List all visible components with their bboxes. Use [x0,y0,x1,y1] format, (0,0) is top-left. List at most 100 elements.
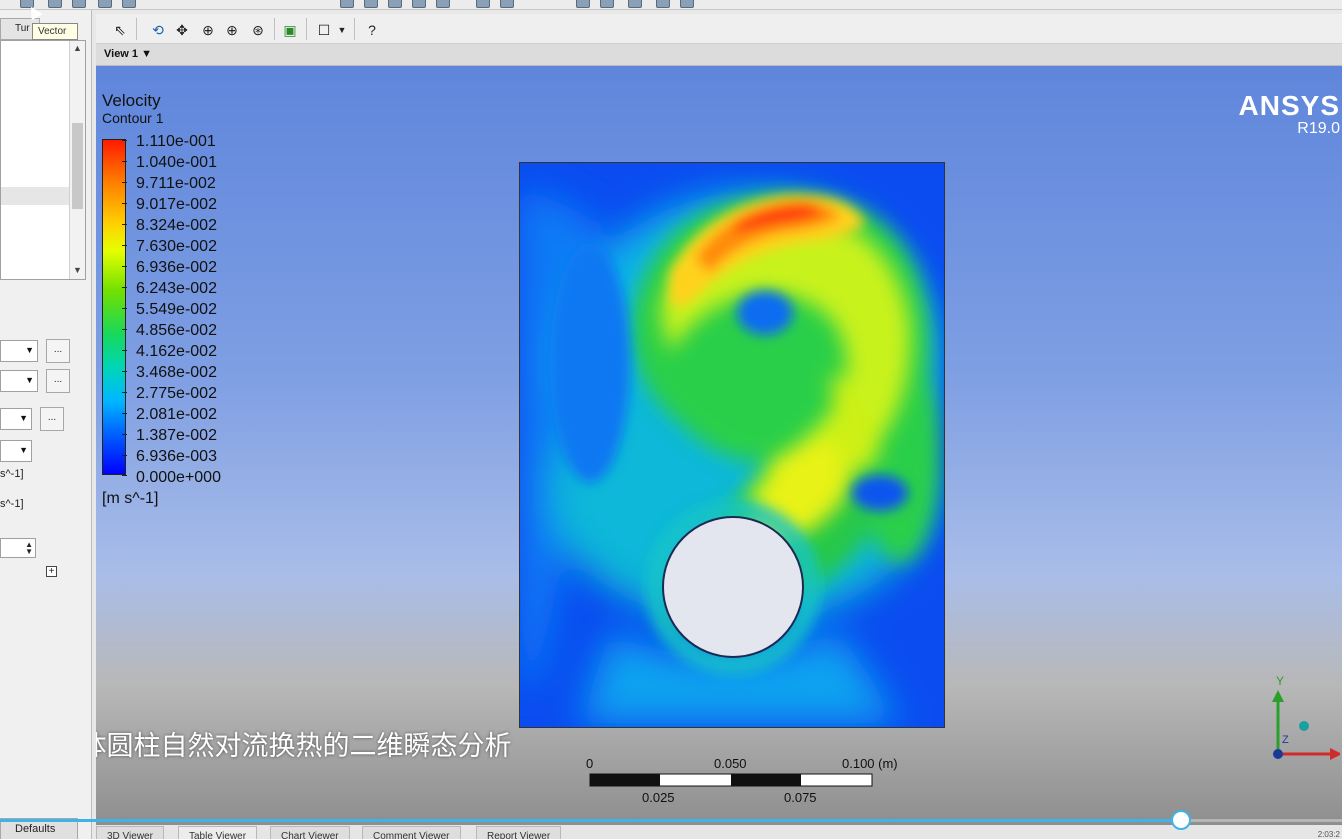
tab-comment-viewer[interactable]: Comment Viewer [362,826,461,839]
view-label[interactable]: View 1 ▼ [104,48,152,60]
chevron-down-icon[interactable]: ▼ [332,20,352,40]
chevron-down-icon: ▼ [25,345,34,355]
left-panel: Tur Vector ▲ ▼ ▼ ... ▼ ... ▼ ... ▼ s^-1]… [0,3,92,839]
legend-label: 2.775e-002 [136,385,217,402]
toolbar-icon[interactable] [72,0,86,8]
legend-tick [103,329,127,330]
legend-tick [103,224,127,225]
browse-button[interactable]: ... [46,369,70,393]
legend-tick [103,245,127,246]
toolbar-icon[interactable] [656,0,670,8]
toolbar-icon[interactable] [500,0,514,8]
tab-table-viewer[interactable]: Table Viewer [178,826,258,839]
legend-title: Velocity [102,91,161,110]
scroll-up-icon[interactable]: ▲ [73,43,82,53]
legend-unit: [m s^-1] [102,490,159,507]
toolbar-icon[interactable] [48,0,62,8]
viewer-tabs: 3D Viewer Table Viewer Chart Viewer Comm… [96,825,1342,839]
toolbar-icon[interactable] [476,0,490,8]
toolbar-separator [306,18,307,40]
tab-chart-viewer[interactable]: Chart Viewer [270,826,350,839]
view-selector[interactable]: View 1 ▼ [96,44,1342,66]
combo-box[interactable]: ▼ [0,440,32,462]
expand-icon[interactable]: + [46,566,57,577]
legend-label: 6.936e-002 [136,259,217,276]
toolbar-separator [354,18,355,40]
combo-box[interactable]: ▼ [0,340,38,362]
legend-label: 3.468e-002 [136,364,217,381]
axis-z-label: Z [1282,734,1289,746]
velocity-contour-plot[interactable] [519,162,945,728]
toolbar-icon[interactable] [388,0,402,8]
axis-y-label: Y [1276,674,1285,688]
toolbar-icon[interactable] [340,0,354,8]
scale-label: 0.075 [784,790,817,805]
legend-label: 5.549e-002 [136,301,217,318]
tree-selected-row[interactable] [1,187,69,205]
toolbar-icon[interactable] [412,0,426,8]
cylinder-obstacle [662,516,804,658]
video-progress-knob[interactable] [1170,810,1191,830]
3d-viewport[interactable]: Velocity Contour 1 1.110e-001 1.040e-001 9… [96,66,1342,839]
combo-box[interactable]: ▼ [0,408,32,430]
browse-button[interactable]: ... [46,339,70,363]
main-toolbar [0,0,1342,10]
viewport-layout-icon[interactable]: ☐ [314,20,334,40]
legend-tick [103,287,127,288]
number-spinner[interactable]: ▲ ▼ [0,538,36,558]
unit-label: s^-1] [0,468,24,480]
legend-tick [103,350,127,351]
chevron-down-icon: ▼ [19,445,28,455]
legend-label: 2.081e-002 [136,406,217,423]
spinner-arrows-icon[interactable]: ▲ ▼ [25,541,33,556]
legend-label: 4.856e-002 [136,322,217,339]
scale-label: 0.050 [714,756,747,771]
tab-3d-viewer[interactable]: 3D Viewer [96,826,164,839]
legend-tick [103,413,127,414]
fit-view-icon[interactable]: ▣ [280,20,300,40]
legend-label: 6.936e-003 [136,448,217,465]
zoom-box-icon[interactable]: ⊕ [198,20,218,40]
toolbar-icon[interactable] [364,0,378,8]
help-cursor-icon[interactable]: ? [362,20,382,40]
scale-bar-graphic [589,773,873,787]
logo-version: R19.0 [1297,120,1340,137]
select-icon[interactable]: ⇖ [110,20,130,40]
legend-tick [103,455,127,456]
legend-tick [103,308,127,309]
zoom-icon[interactable]: ⊕ [222,20,242,40]
video-time: 2:03:2 [1317,830,1340,839]
toolbar-icon[interactable] [98,0,112,8]
toolbar-separator [274,18,275,40]
legend-label: 7.630e-002 [136,238,217,255]
scale-label: 0 [586,756,594,771]
legend-label: 6.243e-002 [136,280,217,297]
zoom-fit-icon[interactable]: ⊛ [248,20,268,40]
rotate-icon[interactable]: ⟲ [148,20,168,40]
toolbar-icon[interactable] [436,0,450,8]
toolbar-icon[interactable] [600,0,614,8]
toolbar-icon[interactable] [680,0,694,8]
legend-tick [103,203,127,204]
legend-tick [103,182,127,183]
scale-label: 0.025 [642,790,675,805]
scroll-down-icon[interactable]: ▼ [73,265,82,275]
scrollbar-thumb[interactable] [72,123,83,209]
video-progress-fill [0,819,1181,822]
combo-box[interactable]: ▼ [0,370,38,392]
legend-label: 1.387e-002 [136,427,217,444]
logo-brand: ANSYS [1238,90,1340,121]
tree-scrollbar[interactable]: ▲ ▼ [69,41,85,279]
toolbar-icon[interactable] [576,0,590,8]
video-progress-bar[interactable] [0,819,1342,822]
pan-icon[interactable]: ✥ [172,20,192,40]
toolbar-icon[interactable] [628,0,642,8]
scale-label: 0.100 (m) [842,756,898,771]
toolbar-icon[interactable] [122,0,136,8]
legend-tick [103,434,127,435]
tab-report-viewer[interactable]: Report Viewer [476,826,562,839]
outline-tree[interactable]: ▲ ▼ [0,40,86,280]
legend-label: 8.324e-002 [136,217,217,234]
browse-button[interactable]: ... [40,407,64,431]
toolbar-separator [136,18,137,40]
